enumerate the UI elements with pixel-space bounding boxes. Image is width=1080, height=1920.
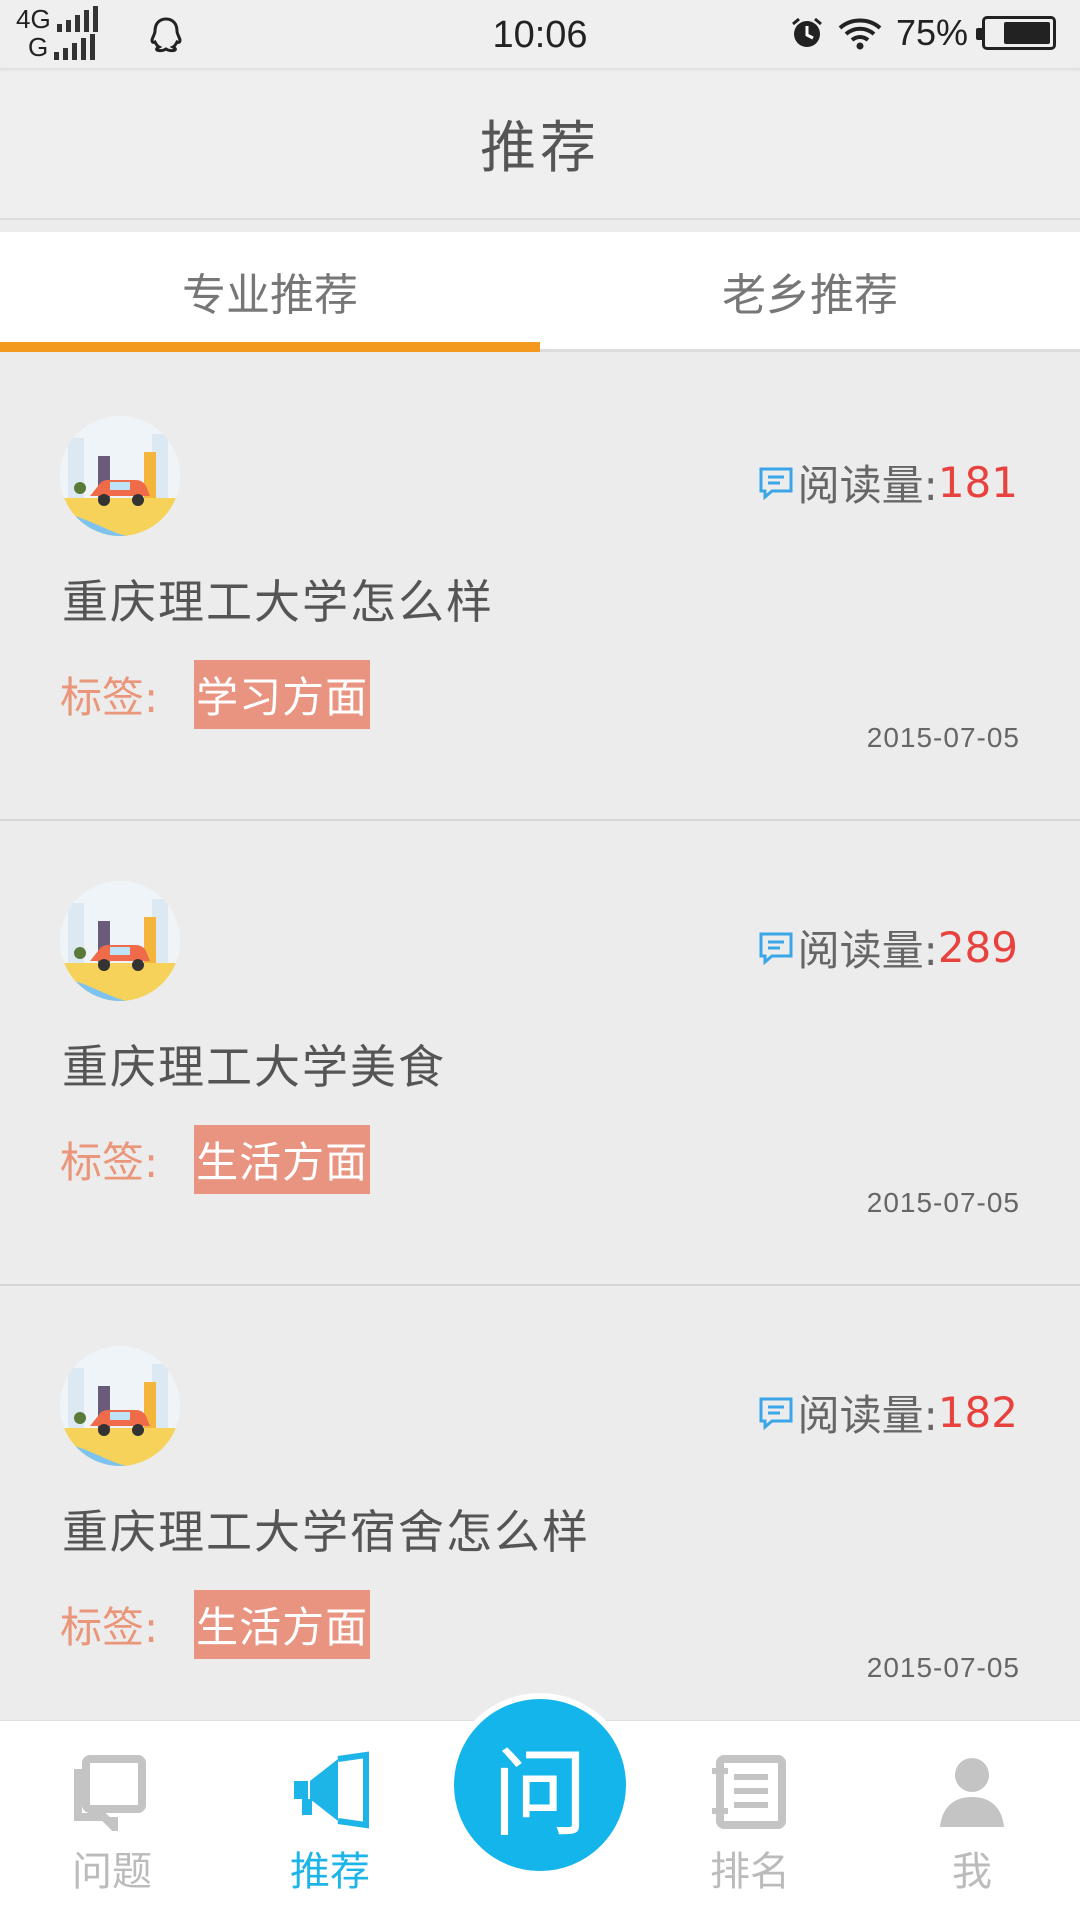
post-list: 阅读量: 181 重庆理工大学怎么样 标签: 学习方面 2015-07-05 阅… <box>0 356 1080 1751</box>
car-city-avatar-icon <box>60 416 180 536</box>
wifi-icon <box>838 18 882 50</box>
read-count-label: 阅读量: <box>797 1391 938 1440</box>
read-count-value: 182 <box>937 1388 1018 1437</box>
title-bar: 推荐 <box>0 68 1080 220</box>
post-title[interactable]: 重庆理工大学美食 <box>62 1031 446 1097</box>
comment-icon <box>759 932 793 965</box>
ranking-icon <box>712 1755 786 1829</box>
post-date: 2015-07-05 <box>866 1187 1020 1218</box>
read-count-value: 289 <box>937 923 1018 972</box>
tag-label: 标签: <box>60 1603 159 1652</box>
megaphone-icon <box>294 1751 369 1829</box>
battery-fill <box>1003 22 1050 44</box>
questions-icon <box>74 1755 146 1831</box>
comment-icon <box>759 1397 793 1430</box>
read-count: 阅读量: 181 <box>758 452 1018 513</box>
post-card[interactable]: 阅读量: 182 重庆理工大学宿舍怎么样 标签: 生活方面 2015-07-05 <box>0 1286 1080 1751</box>
page-title: 推荐 <box>480 115 600 181</box>
nav-profile[interactable]: 我 <box>872 1721 1072 1920</box>
tab-hometown-recommend[interactable]: 老乡推荐 <box>540 232 1080 349</box>
tag-row: 标签: 生活方面 <box>60 1590 371 1659</box>
nav-label: 排名 <box>710 1849 790 1895</box>
bottom-nav: 问题 推荐 问 排名 我 <box>0 1693 1080 1920</box>
ask-button[interactable]: 问 <box>448 1693 632 1877</box>
avatar[interactable] <box>60 1346 180 1466</box>
car-city-avatar-icon <box>60 1346 180 1466</box>
post-date: 2015-07-05 <box>866 722 1020 753</box>
nav-label: 问题 <box>72 1849 152 1895</box>
post-date: 2015-07-05 <box>866 1652 1020 1683</box>
read-count: 阅读量: 289 <box>758 917 1018 978</box>
tag-label: 标签: <box>60 1138 159 1187</box>
nav-recommend[interactable]: 推荐 <box>230 1721 430 1920</box>
post-card[interactable]: 阅读量: 181 重庆理工大学怎么样 标签: 学习方面 2015-07-05 <box>0 356 1080 821</box>
car-city-avatar-icon <box>60 881 180 1001</box>
post-card[interactable]: 阅读量: 289 重庆理工大学美食 标签: 生活方面 2015-07-05 <box>0 821 1080 1286</box>
nav-questions[interactable]: 问题 <box>12 1721 212 1920</box>
read-count-value: 181 <box>937 458 1018 507</box>
status-bar: 4G G 10:06 75% <box>0 0 1080 68</box>
profile-icon <box>940 1758 1004 1827</box>
alarm-icon <box>791 17 822 47</box>
tag-badge[interactable]: 学习方面 <box>194 660 371 729</box>
battery-icon <box>976 16 1056 50</box>
post-title[interactable]: 重庆理工大学宿舍怎么样 <box>62 1496 590 1562</box>
tab-label: 专业推荐 <box>182 269 358 321</box>
ask-label: 问 <box>492 1737 588 1850</box>
tab-major-recommend[interactable]: 专业推荐 <box>0 232 540 352</box>
tab-label: 老乡推荐 <box>722 269 898 321</box>
read-count-label: 阅读量: <box>797 926 938 975</box>
status-right: 75% <box>790 12 1056 54</box>
read-count: 阅读量: 182 <box>758 1382 1018 1443</box>
avatar[interactable] <box>60 881 180 1001</box>
tab-bar: 专业推荐 老乡推荐 <box>0 232 1080 352</box>
avatar[interactable] <box>60 416 180 536</box>
battery-percent: 75% <box>895 12 968 53</box>
tag-badge[interactable]: 生活方面 <box>194 1590 371 1659</box>
tag-row: 标签: 生活方面 <box>60 1125 371 1194</box>
tag-row: 标签: 学习方面 <box>60 660 371 729</box>
tag-badge[interactable]: 生活方面 <box>194 1125 371 1194</box>
post-title[interactable]: 重庆理工大学怎么样 <box>62 566 494 632</box>
tag-label: 标签: <box>60 673 159 722</box>
nav-label: 推荐 <box>290 1849 370 1895</box>
nav-ranking[interactable]: 排名 <box>650 1721 850 1920</box>
nav-label: 我 <box>952 1849 992 1895</box>
read-count-label: 阅读量: <box>797 461 938 510</box>
comment-icon <box>759 467 793 500</box>
